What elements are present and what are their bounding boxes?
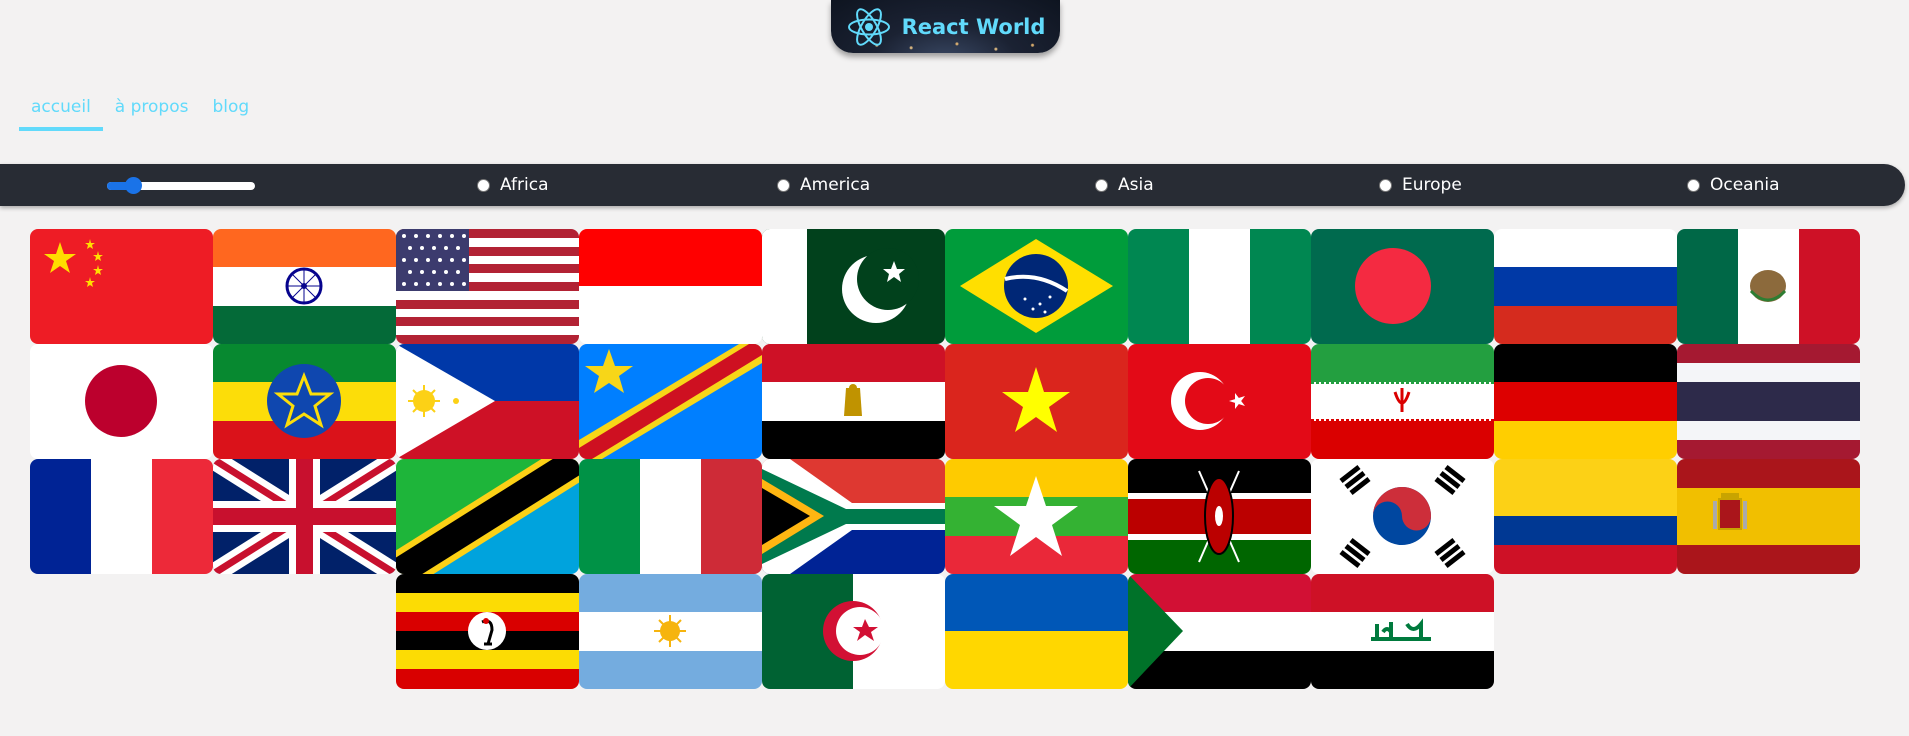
china-flag-icon: [30, 229, 213, 344]
dr-congo-flag-icon: [579, 344, 762, 459]
japan-flag-icon: [30, 344, 213, 459]
ethiopia-flag-icon: [213, 344, 396, 459]
country-card-dr-congo[interactable]: [579, 344, 762, 459]
thailand-flag-icon: [1677, 344, 1860, 459]
country-card-south-africa[interactable]: [762, 459, 945, 574]
india-flag-icon: [213, 229, 396, 344]
logo[interactable]: React World: [831, 0, 1060, 53]
nigeria-flag-icon: [1128, 229, 1311, 344]
country-card-iran[interactable]: [1311, 344, 1494, 459]
sudan-flag-icon: [1128, 574, 1311, 689]
south-africa-flag-icon: [762, 459, 945, 574]
radio-button[interactable]: [1687, 178, 1700, 192]
mexico-flag-icon: [1677, 229, 1860, 344]
radio-label: Europe: [1402, 175, 1462, 195]
country-card-thailand[interactable]: [1677, 344, 1860, 459]
united-kingdom-flag-icon: [213, 459, 396, 574]
filter-bar: Africa America Asia Europe Oceania: [0, 164, 1905, 206]
radio-label: Africa: [500, 175, 549, 195]
radio-label: Asia: [1118, 175, 1154, 195]
country-grid: [30, 229, 1860, 689]
country-card-bangladesh[interactable]: [1311, 229, 1494, 344]
germany-flag-icon: [1494, 344, 1677, 459]
pakistan-flag-icon: [762, 229, 945, 344]
france-flag-icon: [30, 459, 213, 574]
country-card-united-kingdom[interactable]: [213, 459, 396, 574]
indonesia-flag-icon: [579, 229, 762, 344]
country-card-spain[interactable]: [1677, 459, 1860, 574]
radio-asia[interactable]: Asia: [1095, 175, 1154, 195]
russia-flag-icon: [1494, 229, 1677, 344]
radio-oceania[interactable]: Oceania: [1687, 175, 1780, 195]
radio-button[interactable]: [1095, 178, 1108, 192]
country-card-pakistan[interactable]: [762, 229, 945, 344]
country-card-ukraine[interactable]: [945, 574, 1128, 689]
country-card-india[interactable]: [213, 229, 396, 344]
italy-flag-icon: [579, 459, 762, 574]
country-card-south-korea[interactable]: [1311, 459, 1494, 574]
main-nav: accueil à propos blog: [19, 93, 261, 131]
usa-flag-icon: [396, 229, 579, 344]
egypt-flag-icon: [762, 344, 945, 459]
kenya-flag-icon: [1128, 459, 1311, 574]
country-count-slider[interactable]: [107, 176, 255, 194]
algeria-flag-icon: [762, 574, 945, 689]
country-card-mexico[interactable]: [1677, 229, 1860, 344]
country-card-philippines[interactable]: [396, 344, 579, 459]
radio-label: America: [800, 175, 871, 195]
radio-label: Oceania: [1710, 175, 1780, 195]
uganda-flag-icon: [396, 574, 579, 689]
country-card-algeria[interactable]: [762, 574, 945, 689]
iran-flag-icon: [1311, 344, 1494, 459]
country-card-kenya[interactable]: [1128, 459, 1311, 574]
country-card-france[interactable]: [30, 459, 213, 574]
colombia-flag-icon: [1494, 459, 1677, 574]
ukraine-flag-icon: [945, 574, 1128, 689]
bangladesh-flag-icon: [1311, 229, 1494, 344]
logo-text: React World: [901, 14, 1046, 39]
argentina-flag-icon: [579, 574, 762, 689]
country-card-egypt[interactable]: [762, 344, 945, 459]
country-card-japan[interactable]: [30, 344, 213, 459]
radio-europe[interactable]: Europe: [1379, 175, 1462, 195]
country-card-ethiopia[interactable]: [213, 344, 396, 459]
country-card-indonesia[interactable]: [579, 229, 762, 344]
radio-button[interactable]: [777, 178, 790, 192]
country-card-colombia[interactable]: [1494, 459, 1677, 574]
country-card-russia[interactable]: [1494, 229, 1677, 344]
nav-link-a-propos[interactable]: à propos: [103, 93, 201, 131]
philippines-flag-icon: [396, 344, 579, 459]
radio-africa[interactable]: Africa: [477, 175, 549, 195]
country-card-china[interactable]: [30, 229, 213, 344]
myanmar-flag-icon: [945, 459, 1128, 574]
radio-button[interactable]: [1379, 178, 1392, 192]
country-card-germany[interactable]: [1494, 344, 1677, 459]
vietnam-flag-icon: [945, 344, 1128, 459]
country-card-italy[interactable]: [579, 459, 762, 574]
spain-flag-icon: [1677, 459, 1860, 574]
nav-link-accueil[interactable]: accueil: [19, 93, 103, 131]
country-card-vietnam[interactable]: [945, 344, 1128, 459]
country-card-iraq[interactable]: [1311, 574, 1494, 689]
react-atom-icon: [847, 7, 890, 46]
nav-link-blog[interactable]: blog: [200, 93, 261, 131]
country-card-argentina[interactable]: [579, 574, 762, 689]
slider-thumb[interactable]: [125, 177, 143, 194]
country-card-brazil[interactable]: [945, 229, 1128, 344]
country-card-turkey[interactable]: [1128, 344, 1311, 459]
radio-button[interactable]: [477, 178, 490, 192]
iraq-flag-icon: [1311, 574, 1494, 689]
south-korea-flag-icon: [1311, 459, 1494, 574]
country-card-tanzania[interactable]: [396, 459, 579, 574]
radio-america[interactable]: America: [777, 175, 870, 195]
tanzania-flag-icon: [396, 459, 579, 574]
country-card-nigeria[interactable]: [1128, 229, 1311, 344]
brazil-flag-icon: [945, 229, 1128, 344]
country-card-sudan[interactable]: [1128, 574, 1311, 689]
country-card-usa[interactable]: [396, 229, 579, 344]
country-card-myanmar[interactable]: [945, 459, 1128, 574]
turkey-flag-icon: [1128, 344, 1311, 459]
country-card-uganda[interactable]: [396, 574, 579, 689]
